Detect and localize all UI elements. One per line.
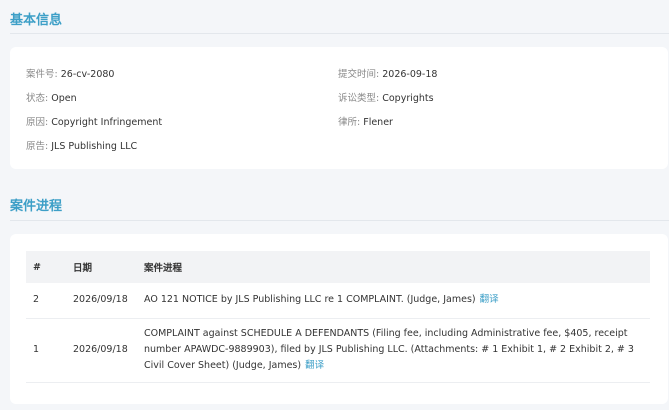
field-submit-time: 提交时间: 2026-09-18	[338, 66, 437, 80]
translate-link[interactable]: 翻译	[305, 360, 324, 371]
row-progress-text: COMPLAINT against SCHEDULE A DEFENDANTS …	[144, 328, 634, 371]
field-cause: 原因: Copyright Infringement	[26, 114, 162, 128]
law-firm-label: 律所:	[338, 117, 364, 128]
status-label: 状态:	[26, 93, 52, 104]
column-header-index: #	[33, 261, 41, 273]
progress-title: 案件进程	[10, 199, 63, 214]
column-header-progress: 案件进程	[144, 263, 183, 274]
column-header-date: 日期	[73, 263, 93, 274]
basic-info-divider	[10, 33, 669, 34]
case-no-value: 26-cv-2080	[60, 69, 115, 80]
progress-table: # 日期 案件进程 2 2026/09/18 AO 121 NOTICE by …	[26, 251, 650, 383]
field-case-no: 案件号: 26-cv-2080	[26, 66, 114, 80]
submit-time-value: 2026-09-18	[382, 69, 438, 80]
field-case-type: 诉讼类型: Copyrights	[338, 90, 434, 104]
row-index: 1	[26, 318, 66, 383]
case-type-value: Copyrights	[382, 93, 434, 104]
table-header-row: # 日期 案件进程	[26, 251, 650, 283]
progress-card: # 日期 案件进程 2 2026/09/18 AO 121 NOTICE by …	[10, 234, 668, 404]
cause-value: Copyright Infringement	[51, 117, 163, 128]
translate-link[interactable]: 翻译	[480, 294, 499, 305]
field-law-firm: 律所: Flener	[338, 114, 393, 128]
plaintiff-value: JLS Publishing LLC	[51, 141, 138, 152]
status-value: Open	[51, 93, 77, 104]
case-type-label: 诉讼类型:	[338, 93, 383, 104]
plaintiff-label: 原告:	[26, 141, 52, 152]
law-firm-value: Flener	[363, 117, 393, 128]
case-no-label: 案件号:	[26, 69, 61, 80]
field-status: 状态: Open	[26, 90, 77, 104]
row-progress-text: AO 121 NOTICE by JLS Publishing LLC re 1…	[144, 294, 476, 306]
row-date: 2026/09/18	[66, 318, 137, 383]
row-progress-cell: COMPLAINT against SCHEDULE A DEFENDANTS …	[137, 318, 650, 383]
table-row: 1 2026/09/18 COMPLAINT against SCHEDULE …	[26, 318, 650, 383]
field-plaintiff: 原告: JLS Publishing LLC	[26, 138, 137, 152]
cause-label: 原因:	[26, 117, 52, 128]
row-index: 2	[26, 283, 66, 319]
progress-divider	[10, 220, 669, 221]
table-row: 2 2026/09/18 AO 121 NOTICE by JLS Publis…	[26, 283, 650, 319]
submit-time-label: 提交时间:	[338, 69, 383, 80]
basic-info-title: 基本信息	[10, 13, 63, 28]
row-date: 2026/09/18	[66, 283, 137, 319]
basic-info-card: 案件号: 26-cv-2080 提交时间: 2026-09-18 状态: Ope…	[10, 47, 668, 169]
row-progress-cell: AO 121 NOTICE by JLS Publishing LLC re 1…	[137, 283, 650, 319]
